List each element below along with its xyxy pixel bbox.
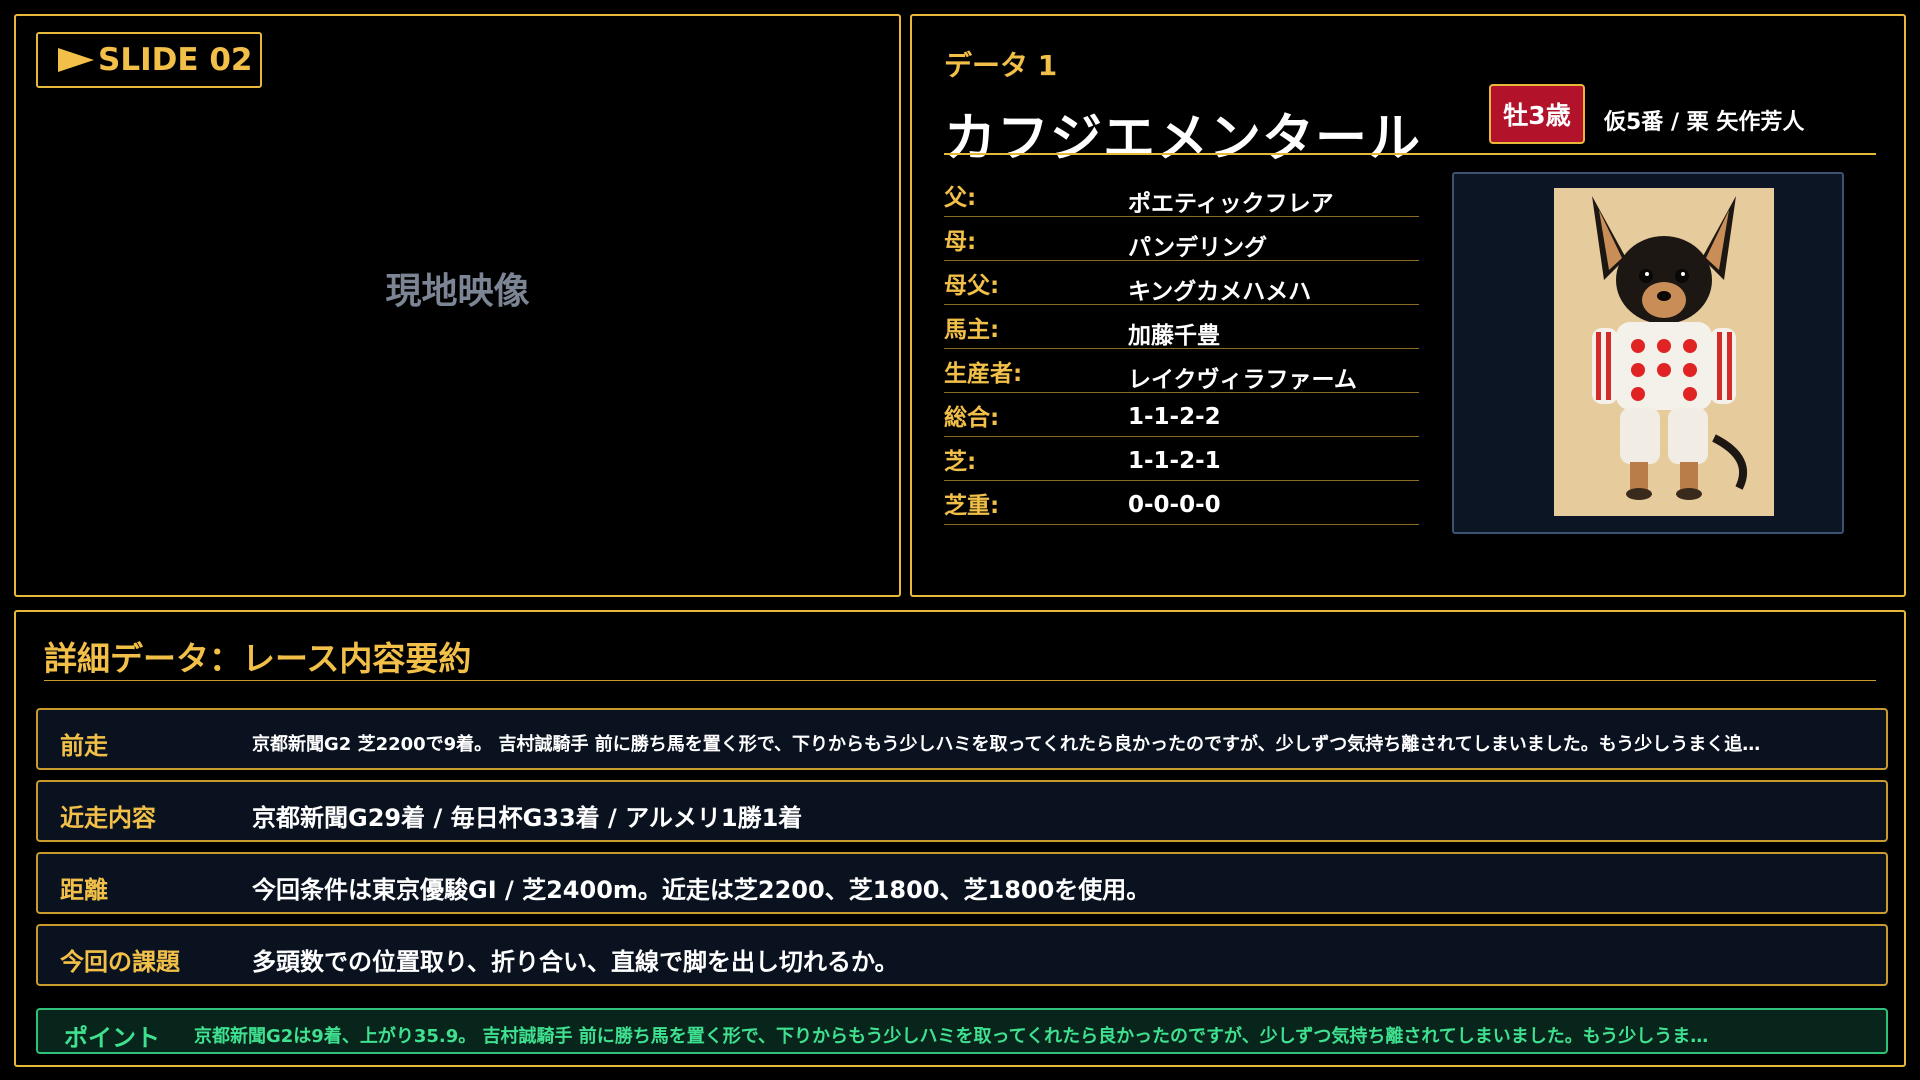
detail-title: 詳細データ：レース内容要約 (44, 639, 472, 678)
point-row: ポイント 京都新聞G2は9着、上がり35.9。 吉村誠騎手 前に勝ち馬を置く形で… (36, 1008, 1888, 1054)
info-row-damsire: 母父: キングカメハメハ (944, 260, 1419, 305)
play-icon (58, 48, 94, 72)
detail-divider (44, 680, 1876, 681)
info-key: 生産者: (944, 361, 1023, 387)
video-panel: SLIDE 02 現地映像 (14, 14, 901, 597)
row-label: 距離 (60, 876, 108, 904)
detail-row-challenges: 今回の課題 多頭数での位置取り、折り合い、直線で脚を出し切れるか。 (36, 924, 1888, 986)
detail-row-recent-races: 近走内容 京都新聞G29着 / 毎日杯G33着 / アルメリ1勝1着 (36, 780, 1888, 842)
row-value: 今回条件は東京優駿GI / 芝2400m。近走は芝2200、芝1800、芝180… (252, 876, 1151, 904)
title-divider (944, 153, 1876, 155)
info-value: 0-0-0-0 (1128, 492, 1221, 518)
info-row-turf-heavy: 芝重: 0-0-0-0 (944, 480, 1419, 525)
info-row-dam: 母: パンデリング (944, 216, 1419, 261)
horse-meta: 仮5番 / 栗 矢作芳人 (1604, 110, 1805, 135)
info-key: 芝: (944, 449, 977, 475)
info-row-owner: 馬主: 加藤千豊 (944, 304, 1419, 349)
info-value: 1-1-2-2 (1128, 404, 1221, 430)
row-label: 今回の課題 (60, 948, 180, 976)
info-value: ポエティックフレア (1128, 191, 1334, 217)
info-value: 加藤千豊 (1128, 323, 1220, 349)
video-placeholder: 現地映像 (385, 271, 530, 312)
data-label: データ 1 (944, 49, 1058, 82)
horse-photo-frame (1452, 172, 1844, 534)
detail-panel: 詳細データ：レース内容要約 前走 京都新聞G2 芝2200で9着。 吉村誠騎手 … (14, 610, 1906, 1067)
detail-row-last-race: 前走 京都新聞G2 芝2200で9着。 吉村誠騎手 前に勝ち馬を置く形で、下りか… (36, 708, 1888, 770)
info-key: 総合: (944, 405, 1000, 431)
row-label: 前走 (60, 732, 108, 760)
row-value: 京都新聞G29着 / 毎日杯G33着 / アルメリ1勝1着 (252, 804, 803, 832)
sex-age-badge: 牡3歳 (1489, 84, 1585, 144)
info-value: 1-1-2-1 (1128, 448, 1221, 474)
slide-label: SLIDE 02 (98, 42, 253, 78)
info-key: 父: (944, 185, 977, 211)
info-value: キングカメハメハ (1128, 279, 1312, 305)
info-key: 芝重: (944, 493, 1000, 519)
info-row-sire: 父: ポエティックフレア (944, 172, 1419, 217)
info-key: 馬主: (944, 317, 1000, 343)
info-value: レイクヴィラファーム (1128, 367, 1357, 393)
info-key: 母: (944, 229, 977, 255)
point-text: 京都新聞G2は9着、上がり35.9。 吉村誠騎手 前に勝ち馬を置く形で、下りから… (194, 1026, 1709, 1047)
detail-row-distance: 距離 今回条件は東京優駿GI / 芝2400m。近走は芝2200、芝1800、芝… (36, 852, 1888, 914)
info-value: パンデリング (1128, 235, 1268, 261)
chihuahua-jockey-illustration (1554, 188, 1774, 516)
horse-photo (1554, 188, 1774, 516)
info-row-turf: 芝: 1-1-2-1 (944, 436, 1419, 481)
row-label: 近走内容 (60, 804, 156, 832)
info-row-breeder: 生産者: レイクヴィラファーム (944, 348, 1419, 393)
slide-badge: SLIDE 02 (36, 32, 262, 88)
horse-profile-panel: データ 1 カフジエメンタール 牡3歳 仮5番 / 栗 矢作芳人 父: ポエティ… (910, 14, 1906, 597)
point-label: ポイント (64, 1024, 160, 1052)
horse-name: カフジエメンタール (944, 109, 1422, 169)
row-value: 京都新聞G2 芝2200で9着。 吉村誠騎手 前に勝ち馬を置く形で、下りからもう… (252, 734, 1761, 755)
row-value: 多頭数での位置取り、折り合い、直線で脚を出し切れるか。 (252, 948, 899, 976)
info-row-total: 総合: 1-1-2-2 (944, 392, 1419, 437)
info-key: 母父: (944, 273, 1000, 299)
